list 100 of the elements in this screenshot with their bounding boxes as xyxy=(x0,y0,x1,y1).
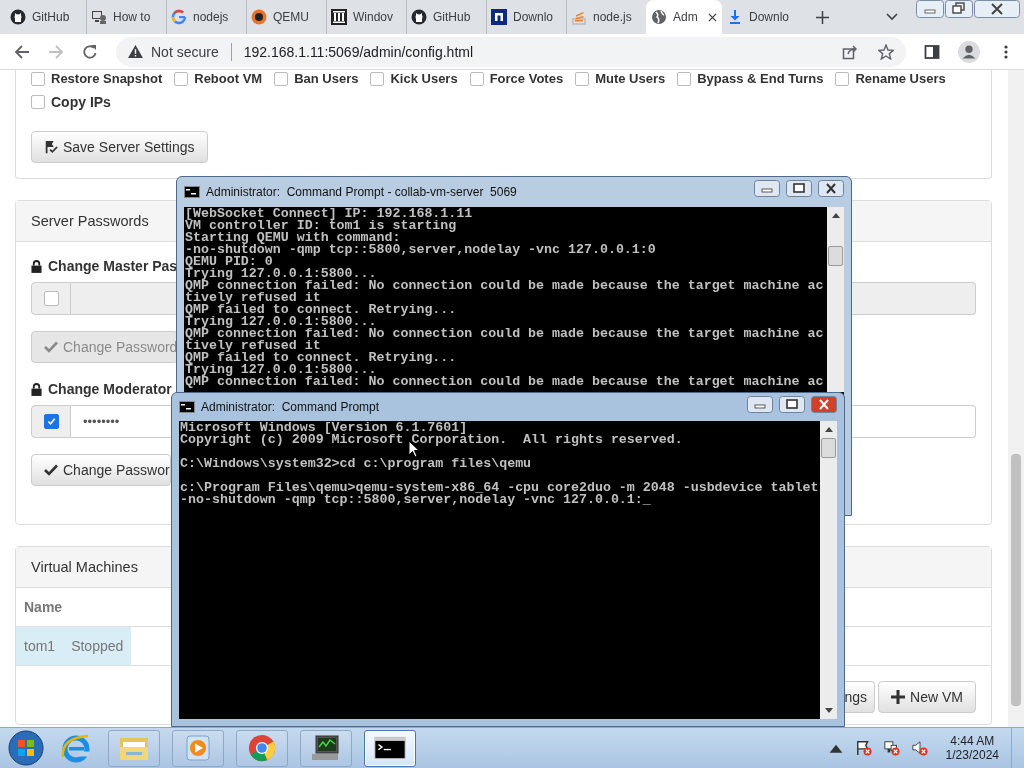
window-title: Administrator: Command Prompt xyxy=(201,400,380,414)
square-logo-icon xyxy=(491,9,507,25)
console-line: Copyright (c) 2009 Microsoft Corporation. All rights reserved. xyxy=(180,434,684,446)
chevron-down-icon[interactable] xyxy=(886,13,898,21)
checkbox[interactable] xyxy=(31,71,45,86)
checkbox-label: Copy IPs xyxy=(51,94,111,110)
star-icon[interactable] xyxy=(878,43,894,60)
network-error-icon[interactable] xyxy=(883,740,900,756)
download-icon xyxy=(727,9,743,25)
browser-tab[interactable]: Downlo xyxy=(722,0,802,34)
checkbox[interactable] xyxy=(31,95,45,109)
maximize-icon[interactable] xyxy=(786,180,812,197)
lock-icon xyxy=(31,259,42,273)
checkbox[interactable] xyxy=(575,71,590,86)
scrollbar[interactable] xyxy=(827,207,844,392)
console-line: VM controller ID: tom1 is starting xyxy=(185,220,458,232)
checkbox-label: Rename Users xyxy=(855,71,946,86)
address-field[interactable]: Not secure 192.168.1.11:5069/admin/config.html xyxy=(116,36,906,67)
profile-avatar-icon[interactable] xyxy=(958,40,980,63)
window-title: Administrator: Command Prompt - collab-vm-server 5069 xyxy=(206,185,517,199)
monitor-icon xyxy=(310,734,342,762)
terminal-icon xyxy=(179,401,195,413)
clock-time[interactable]: 4:44 AM xyxy=(950,734,995,748)
table-cell: Stopped xyxy=(71,638,124,654)
checkbox-label: Bypass & End Turns xyxy=(697,71,824,86)
back-icon[interactable] xyxy=(14,43,30,60)
password-field[interactable]: •••••••• xyxy=(71,405,171,438)
password-field[interactable] xyxy=(71,282,176,315)
console-line: QMP failed to connect. Retrying... xyxy=(185,304,458,316)
console-line: Trying 127.0.0.1:5800... xyxy=(185,364,377,376)
console-line: tively refused it xyxy=(185,292,321,304)
checkbox[interactable] xyxy=(370,71,385,86)
multicolor-ring-icon xyxy=(171,9,187,25)
close-icon[interactable] xyxy=(974,0,1020,18)
flag-error-icon[interactable] xyxy=(855,740,872,756)
save-settings-button[interactable]: Save Server Settings xyxy=(31,131,208,163)
flag-check-icon xyxy=(44,140,58,154)
scroll-up-icon[interactable] xyxy=(824,427,833,432)
console-line: -no-shutdown -qmp tcp::5800,server,nodelay -vnc 127.0.0.1:0 xyxy=(185,244,657,256)
console-line: Trying 127.0.0.1:5800... xyxy=(185,268,377,280)
scroll-up-icon[interactable] xyxy=(831,213,840,218)
vm-row[interactable]: tom1 Stopped xyxy=(16,627,132,665)
speaker-muted-icon[interactable] xyxy=(911,740,928,756)
scrollbar[interactable] xyxy=(1008,70,1024,727)
change-password-button[interactable]: Change Passwor xyxy=(31,454,171,486)
scroll-thumb[interactable] xyxy=(828,246,843,266)
password-field-edge[interactable] xyxy=(852,405,976,438)
terminal-icon xyxy=(374,734,406,762)
console-line: QMP failed to connect. Retrying... xyxy=(185,352,458,364)
start-orb-icon[interactable] xyxy=(8,730,44,766)
checkbox-label: Force Votes xyxy=(489,71,564,86)
warning-icon xyxy=(128,45,143,58)
taskbar-button[interactable] xyxy=(364,729,416,767)
browser-e-icon[interactable] xyxy=(60,732,92,764)
checkbox[interactable] xyxy=(274,71,289,86)
checkbox[interactable] xyxy=(835,71,850,86)
check-icon xyxy=(44,340,58,354)
console-line: tively refused it xyxy=(185,340,321,352)
maximize-icon[interactable] xyxy=(779,396,805,413)
new-vm-button[interactable]: New VM xyxy=(878,681,976,713)
console-line: QEMU PID: 0 xyxy=(185,256,273,268)
console-line: c:\Program Files\qemu>qemu-system-x86_64 -cpu core2duo -m 2048 -usbdevice tablet xyxy=(180,482,820,494)
terminal-icon xyxy=(184,186,200,198)
computer-icon xyxy=(91,9,107,25)
minimize-icon[interactable] xyxy=(754,180,780,197)
scroll-down-icon[interactable] xyxy=(824,708,833,713)
restore-icon[interactable] xyxy=(945,0,973,18)
console-line: QMP connection failed: No connection could be made because the target machine ac xyxy=(185,328,825,340)
reload-icon[interactable] xyxy=(82,43,98,60)
checkbox[interactable] xyxy=(677,71,692,86)
browser-tab[interactable]: Adm xyxy=(646,0,722,34)
console-line: QMP connection failed: No connection could be made because the target machine ac xyxy=(185,280,825,292)
share-icon[interactable] xyxy=(842,43,858,60)
console-line: -no-shutdown -qmp tcp::5800,server,nodelay -vnc 127.0.0.1:_ xyxy=(180,494,652,506)
security-label[interactable]: Not secure xyxy=(151,43,219,60)
browser-tab[interactable]: GitHub xyxy=(6,0,86,34)
console-line: C:\Windows\system32>cd c:\program files\qemu xyxy=(180,458,533,470)
settings-button[interactable]: ngs xyxy=(844,681,876,713)
side-panel-icon[interactable] xyxy=(924,43,940,60)
close-icon[interactable] xyxy=(811,396,837,413)
close-icon[interactable] xyxy=(818,180,844,197)
clock-date[interactable]: 1/23/2024 xyxy=(945,748,999,762)
minimize-icon[interactable] xyxy=(747,396,773,413)
taskbar-button[interactable] xyxy=(300,729,352,767)
scroll-thumb[interactable] xyxy=(821,438,836,458)
column-header: Name xyxy=(24,599,63,615)
tricolor-circle-icon xyxy=(246,734,278,762)
checkbox[interactable] xyxy=(174,71,189,86)
round-logo-icon xyxy=(10,9,26,25)
globe-icon xyxy=(651,9,667,25)
checkbox[interactable] xyxy=(469,71,484,86)
password-field-edge[interactable] xyxy=(852,282,976,315)
new-tab-icon[interactable] xyxy=(816,10,829,24)
checkbox-label: Ban Users xyxy=(294,71,359,86)
console-line: QMP connection failed: No connection could be made because the target machine ac xyxy=(185,376,825,388)
scrollbar[interactable] xyxy=(820,421,837,719)
checkbox-label: Kick Users xyxy=(390,71,458,86)
checkbox[interactable] xyxy=(43,414,59,429)
close-tab-icon[interactable] xyxy=(708,12,717,22)
section-heading: Change Master Pas xyxy=(48,258,178,274)
